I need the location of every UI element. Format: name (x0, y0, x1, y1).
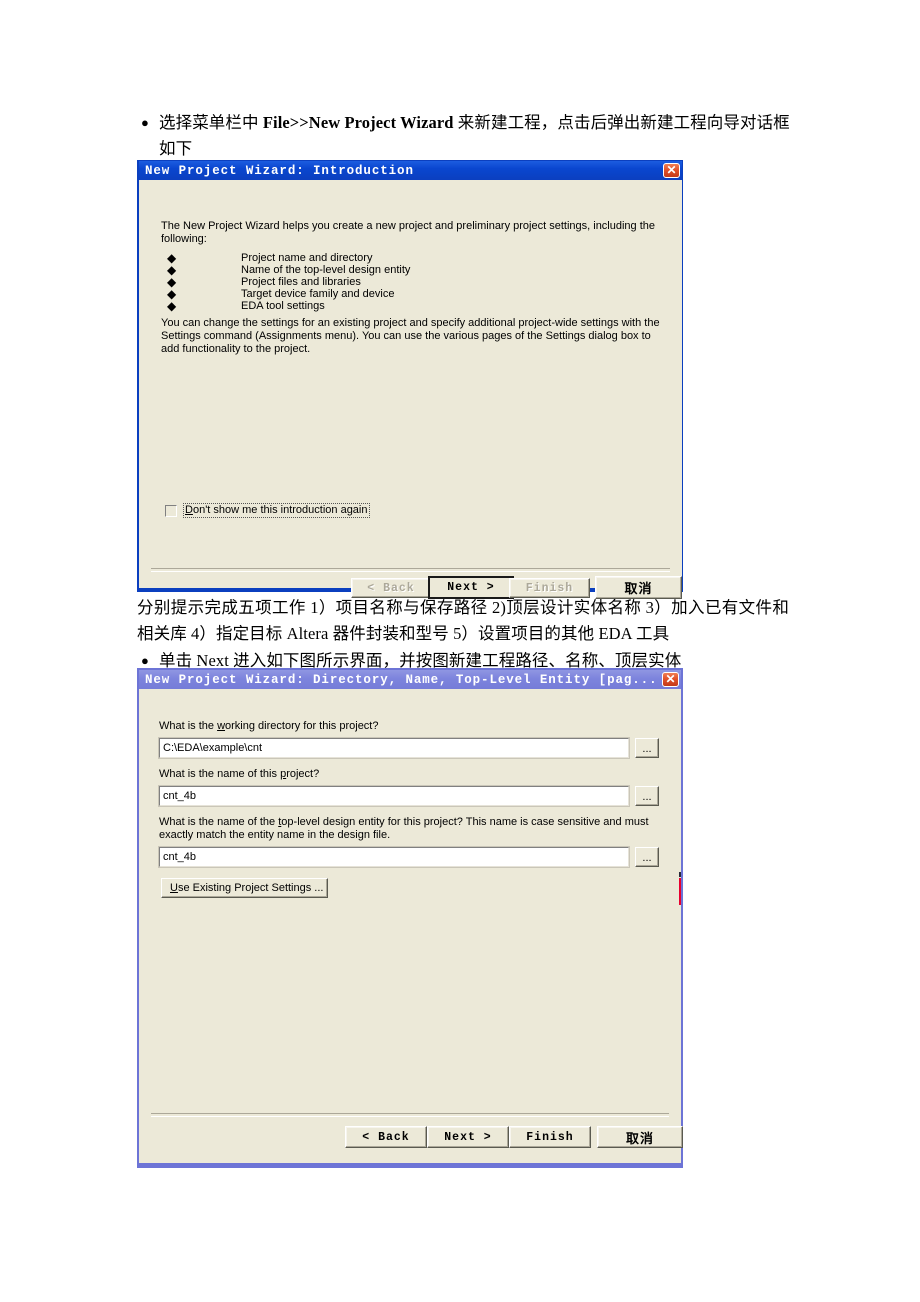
label-pre: What is the name of this (159, 768, 281, 780)
diamond-bullet-icon: ◆ (167, 275, 177, 289)
top-level-entity-input[interactable]: cnt_4b (158, 846, 630, 868)
label-post: roject? (286, 768, 320, 780)
new-project-wizard-introduction-dialog: New Project Wizard: Introduction ✕ The N… (137, 160, 683, 599)
working-directory-browse-button[interactable]: ... (635, 738, 659, 758)
next-button[interactable]: Next > (428, 576, 514, 599)
doc-bullet-1-line1-post: 来新建工程，点击后弹出新建工程向导对话框 (453, 113, 790, 132)
finish-button[interactable]: Finish (509, 1126, 591, 1148)
intro-feature-list: ◆ Project name and directory ◆ Name of t… (167, 252, 587, 312)
back-button[interactable]: < Back (345, 1126, 427, 1148)
list-item-label: Project files and libraries (241, 276, 361, 288)
list-item: ◆ EDA tool settings (167, 300, 587, 312)
bullet-marker-icon: ● (141, 115, 149, 130)
close-icon[interactable]: ✕ (663, 163, 680, 178)
button-separator (151, 568, 670, 572)
top-level-entity-browse-button[interactable]: ... (635, 847, 659, 867)
top-level-entity-label: What is the name of the top-level design… (159, 816, 654, 842)
next-button[interactable]: Next > (427, 1126, 509, 1148)
dialog-body: The New Project Wizard helps you create … (139, 180, 682, 599)
dialog-title: New Project Wizard: Directory, Name, Top… (145, 672, 658, 687)
list-item-label: Target device family and device (241, 288, 395, 300)
list-item: ◆ Name of the top-level design entity (167, 264, 587, 276)
cancel-button[interactable]: 取消 (595, 576, 682, 599)
diamond-bullet-icon: ◆ (167, 299, 177, 313)
working-directory-label: What is the working directory for this p… (159, 720, 659, 733)
doc-paragraph-2: 分别提示完成五项工作 1）项目名称与保存路径 2)顶层设计实体名称 3）加入已有… (137, 598, 789, 643)
diamond-bullet-icon: ◆ (167, 263, 177, 277)
doc-bullet-1-menu-path: File>>New Project Wizard (262, 113, 454, 132)
label-post: orking directory for this project? (225, 720, 379, 732)
list-item-label: EDA tool settings (241, 300, 325, 312)
finish-button: Finish (509, 578, 590, 598)
dont-show-again-checkbox-row[interactable]: Don't show me this introduction again (165, 503, 370, 518)
list-item: ◆ Project files and libraries (167, 276, 587, 288)
dialog-title: New Project Wizard: Introduction (145, 163, 414, 178)
button-label-rest: se Existing Project Settings ... (177, 882, 324, 894)
list-item-label: Project name and directory (241, 252, 373, 264)
accel-char: D (185, 504, 193, 516)
label-pre: What is the (159, 720, 218, 732)
accel-char: U (170, 882, 178, 894)
new-project-wizard-directory-dialog: New Project Wizard: Directory, Name, Top… (137, 668, 683, 1168)
button-separator (151, 1113, 669, 1117)
intro-paragraph: The New Project Wizard helps you create … (161, 220, 656, 245)
use-existing-project-settings-button[interactable]: Use Existing Project Settings ... (161, 878, 328, 898)
project-name-input[interactable]: cnt_4b (158, 785, 630, 807)
doc-bullet-1-text: 选择菜单栏中 File>>New Project Wizard 来新建工程，点击… (159, 110, 790, 162)
border-artifact-dark (679, 872, 681, 877)
diamond-bullet-icon: ◆ (167, 287, 177, 301)
accel-char: w (217, 720, 226, 732)
project-name-browse-button[interactable]: ... (635, 786, 659, 806)
list-item: ◆ Target device family and device (167, 288, 587, 300)
diamond-bullet-icon: ◆ (167, 251, 177, 265)
intro-body-paragraph: You can change the settings for an exist… (161, 317, 660, 355)
doc-bullet-1-line2: 如下 (159, 139, 193, 158)
border-artifact-red (679, 878, 681, 905)
back-button: < Back (351, 578, 431, 598)
dont-show-again-label: Don't show me this introduction again (183, 503, 370, 518)
project-name-label: What is the name of this project? (159, 768, 659, 781)
doc-bullet-1-line1-pre: 选择菜单栏中 (159, 113, 263, 132)
working-directory-input[interactable]: C:\EDA\example\cnt (158, 737, 630, 759)
list-item: ◆ Project name and directory (167, 252, 587, 264)
dont-show-again-checkbox[interactable] (165, 504, 177, 517)
dialog-titlebar[interactable]: New Project Wizard: Directory, Name, Top… (139, 670, 681, 689)
close-icon[interactable]: ✕ (662, 672, 679, 687)
dialog-titlebar[interactable]: New Project Wizard: Introduction ✕ (139, 161, 682, 180)
label-rest: on't show me this introduction again (192, 504, 368, 516)
dialog-body: What is the working directory for this p… (139, 689, 683, 1163)
list-item-label: Name of the top-level design entity (241, 264, 411, 276)
cancel-button[interactable]: 取消 (597, 1126, 683, 1148)
doc-bullet-1: ● 选择菜单栏中 File>>New Project Wizard 来新建工程，… (137, 110, 797, 162)
label-pre: What is the name of the (159, 816, 279, 828)
